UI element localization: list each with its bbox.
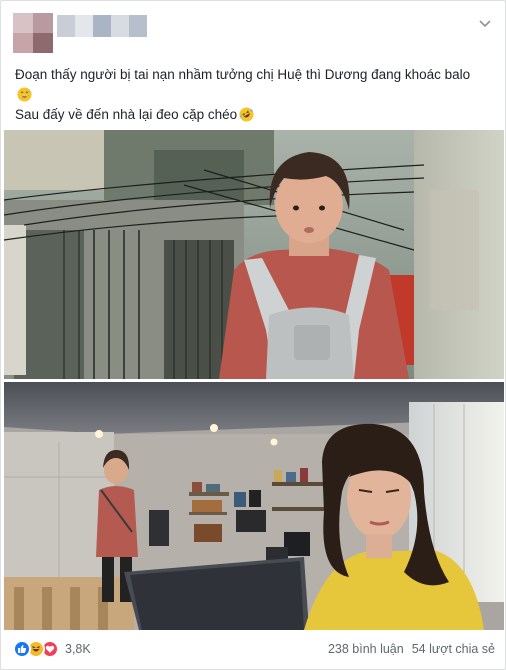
post-stats: 238 bình luận 54 lượt chia sẻ (328, 640, 495, 658)
post-line-2 (15, 85, 495, 105)
name-blur-block (57, 15, 75, 37)
chevron-down-icon[interactable] (477, 15, 493, 31)
reaction-count[interactable]: 3,8K (65, 639, 91, 659)
avatar-blur-block (13, 13, 33, 33)
post-card: Đoạn thấy người bị tai nạn nhầm tưởng ch… (0, 0, 506, 670)
post-line-3-text: Sau đấy về đến nhà lại đeo cặp chéo (15, 107, 238, 122)
avatar-blur-block (33, 33, 53, 53)
avatar-blur-block (33, 13, 53, 33)
avatar[interactable] (13, 13, 53, 53)
post-line-1: Đoạn thấy người bị tai nạn nhầm tưởng ch… (15, 67, 471, 82)
shares-count-link[interactable]: 54 lượt chia sẻ (412, 642, 495, 656)
grinning-sweat-emoji (17, 87, 32, 102)
name-blur-block (75, 15, 93, 37)
video-frame-2[interactable] (4, 382, 504, 630)
name-blur-block (129, 15, 147, 37)
post-header (13, 13, 493, 57)
rofl-emoji (239, 107, 254, 122)
post-footer: 3,8K 238 bình luận 54 lượt chia sẻ (13, 637, 495, 661)
author-name-redacted[interactable] (57, 15, 147, 37)
comments-count-link[interactable]: 238 bình luận (328, 642, 404, 656)
name-blur-block (93, 15, 111, 37)
post-message: Đoạn thấy người bị tai nạn nhầm tưởng ch… (15, 65, 495, 125)
name-blur-block (111, 15, 129, 37)
video-frame-1[interactable] (4, 130, 504, 379)
post-line-3: Sau đấy về đến nhà lại đeo cặp chéo (15, 105, 495, 125)
avatar-blur-block (13, 33, 33, 53)
reactions-summary[interactable]: 3,8K (13, 639, 91, 659)
like-icon (13, 640, 31, 658)
